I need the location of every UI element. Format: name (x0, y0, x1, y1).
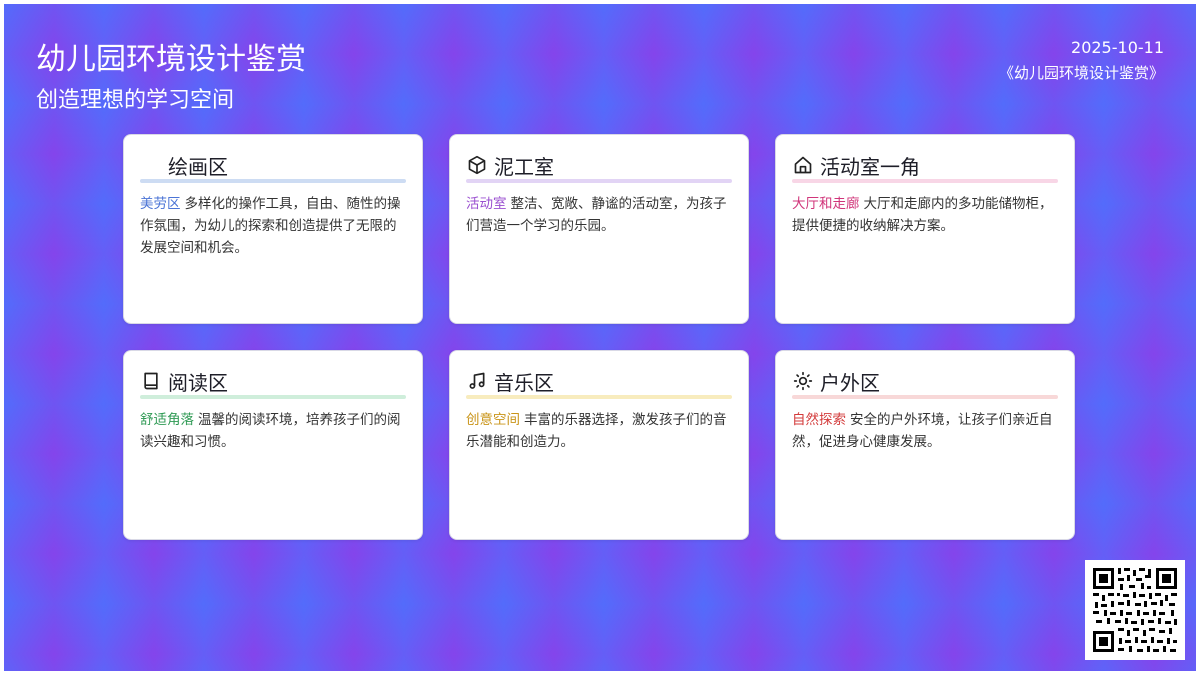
page-subtitle: 创造理想的学习空间 (36, 88, 235, 113)
card-tag: 大厅和走廊 (792, 196, 860, 212)
slide-background: 幼儿园环境设计鉴赏 创造理想的学习空间 2025-10-11 《幼儿园环境设计鉴… (4, 4, 1196, 671)
card-tag: 美劳区 (140, 196, 181, 212)
card-tag: 舒适角落 (140, 412, 194, 428)
card-body: 创意空间 丰富的乐器选择，激发孩子们的音乐潜能和创造力。 (466, 409, 730, 453)
card-underline (140, 179, 406, 183)
card-drawing-area: 绘画区 美劳区 多样化的操作工具，自由、随性的操作氛围，为幼儿的探索和创造提供了无… (123, 134, 423, 324)
card-tag: 自然探索 (792, 412, 846, 428)
card-body: 活动室 整洁、宽敞、静谧的活动室，为孩子们营造一个学习的乐园。 (466, 193, 730, 237)
card-title: 泥工室 (494, 154, 554, 179)
card-body: 大厅和走廊 大厅和走廊内的多功能储物柜，提供便捷的收纳解决方案。 (792, 193, 1056, 237)
card-title: 阅读区 (168, 370, 228, 395)
card-underline (140, 395, 406, 399)
card-body: 美劳区 多样化的操作工具，自由、随性的操作氛围，为幼儿的探索和创造提供了无限的发展… (140, 193, 404, 259)
card-underline (792, 179, 1058, 183)
card-underline (466, 179, 732, 183)
cube-icon (466, 154, 488, 176)
card-body: 自然探索 安全的户外环境，让孩子们亲近自然，促进身心健康发展。 (792, 409, 1056, 453)
qr-code-icon[interactable] (1085, 560, 1185, 660)
card-music-area: 音乐区 创意空间 丰富的乐器选择，激发孩子们的音乐潜能和创造力。 (449, 350, 749, 540)
card-clay-room: 泥工室 活动室 整洁、宽敞、静谧的活动室，为孩子们营造一个学习的乐园。 (449, 134, 749, 324)
card-body: 舒适角落 温馨的阅读环境，培养孩子们的阅读兴趣和习惯。 (140, 409, 404, 453)
card-title: 绘画区 (168, 154, 228, 179)
home-icon (792, 154, 814, 176)
card-header: 泥工室 (466, 153, 554, 179)
card-underline (466, 395, 732, 399)
card-title: 音乐区 (494, 370, 554, 395)
book-icon (140, 370, 162, 392)
date-label: 2025-10-11 (1071, 38, 1164, 57)
card-title: 户外区 (820, 370, 880, 395)
sun-icon (792, 370, 814, 392)
card-tag: 活动室 (466, 196, 507, 212)
card-header: 活动室一角 (792, 153, 920, 179)
card-header: 户外区 (792, 369, 880, 395)
palette-icon (140, 154, 162, 176)
card-title: 活动室一角 (820, 154, 920, 179)
card-underline (792, 395, 1058, 399)
card-header: 阅读区 (140, 369, 228, 395)
music-icon (466, 370, 488, 392)
card-tag: 创意空间 (466, 412, 520, 428)
card-reading-area: 阅读区 舒适角落 温馨的阅读环境，培养孩子们的阅读兴趣和习惯。 (123, 350, 423, 540)
card-header: 音乐区 (466, 369, 554, 395)
card-activity-corner: 活动室一角 大厅和走廊 大厅和走廊内的多功能储物柜，提供便捷的收纳解决方案。 (775, 134, 1075, 324)
source-label: 《幼儿园环境设计鉴赏》 (998, 64, 1164, 82)
page-title: 幼儿园环境设计鉴赏 (36, 42, 306, 77)
card-header: 绘画区 (140, 153, 228, 179)
card-outdoor-area: 户外区 自然探索 安全的户外环境，让孩子们亲近自然，促进身心健康发展。 (775, 350, 1075, 540)
